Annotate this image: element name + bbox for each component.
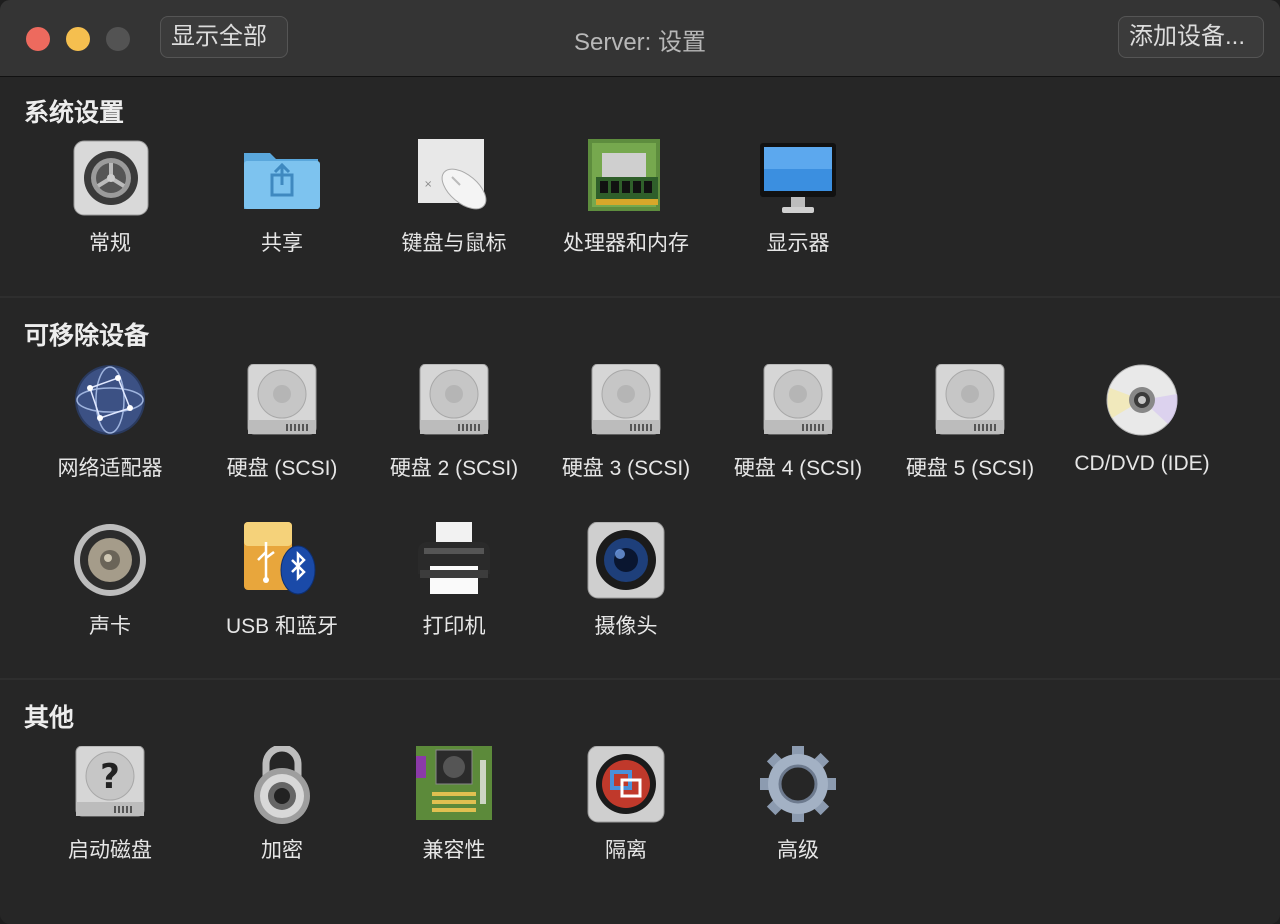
item-cd-dvd[interactable]: CD/DVD (IDE) <box>1056 364 1228 504</box>
item-processor-memory[interactable]: 处理器和内存 <box>540 139 712 279</box>
shared-folder-icon <box>242 139 322 219</box>
window-title: Server: 设置 <box>573 29 707 56</box>
item-hard-disk-1[interactable]: 硬盘 (SCSI) <box>196 364 368 504</box>
item-label: 硬盘 (SCSI) <box>226 457 338 480</box>
keyboard-mouse-icon: × <box>414 139 494 219</box>
motherboard-icon <box>414 746 494 826</box>
hard-disk-icon <box>758 364 838 444</box>
startup-disk-icon: ? <box>70 746 150 826</box>
settings-window: 显示全部 Server: 设置 添加设备... 系统设置 常规 共享 × 键盘与… <box>0 0 1280 924</box>
item-label: 网络适配器 <box>57 457 163 480</box>
item-label: 打印机 <box>422 615 486 638</box>
item-keyboard-mouse[interactable]: × 键盘与鼠标 <box>368 139 540 279</box>
section-title-system: 系统设置 <box>24 99 125 127</box>
section-title-other: 其他 <box>24 704 75 732</box>
item-label: 摄像头 <box>594 615 658 638</box>
item-label: 键盘与鼠标 <box>401 232 507 255</box>
item-advanced[interactable]: 高级 <box>712 746 884 886</box>
item-label: CD/DVD (IDE) <box>1074 452 1210 475</box>
svg-text:?: ? <box>100 757 120 797</box>
add-device-button[interactable]: 添加设备... <box>1118 16 1264 58</box>
item-isolation[interactable]: 隔离 <box>540 746 712 886</box>
item-label: 硬盘 4 (SCSI) <box>733 457 863 480</box>
item-label: 硬盘 2 (SCSI) <box>389 457 519 480</box>
item-label: 启动磁盘 <box>68 839 152 862</box>
other-section: 其他 ? 启动磁盘 加密 兼容性 隔离 高级 <box>0 680 1280 924</box>
hard-disk-icon <box>586 364 666 444</box>
svg-text:×: × <box>424 179 432 190</box>
item-label: USB 和蓝牙 <box>225 615 338 638</box>
item-label: 兼容性 <box>422 839 486 862</box>
item-usb-bluetooth[interactable]: USB 和蓝牙 <box>196 522 368 662</box>
item-hard-disk-5[interactable]: 硬盘 5 (SCSI) <box>884 364 1056 504</box>
item-label: 硬盘 3 (SCSI) <box>561 457 691 480</box>
padlock-icon <box>242 746 322 826</box>
system-settings-section: 系统设置 常规 共享 × 键盘与鼠标 处理器和内存 显示器 <box>0 77 1280 296</box>
isolation-icon <box>586 746 666 826</box>
item-startup-disk[interactable]: ? 启动磁盘 <box>24 746 196 886</box>
cd-dvd-icon <box>1102 364 1182 444</box>
advanced-gear-icon <box>758 746 838 826</box>
item-label: 显示器 <box>766 232 830 255</box>
camera-icon <box>586 522 666 602</box>
item-label: 加密 <box>261 839 303 862</box>
item-network-adapter[interactable]: 网络适配器 <box>24 364 196 504</box>
item-sharing[interactable]: 共享 <box>196 139 368 279</box>
item-hard-disk-4[interactable]: 硬盘 4 (SCSI) <box>712 364 884 504</box>
usb-bluetooth-icon <box>242 522 322 602</box>
item-hard-disk-2[interactable]: 硬盘 2 (SCSI) <box>368 364 540 504</box>
item-camera[interactable]: 摄像头 <box>540 522 712 662</box>
section-title-removable: 可移除设备 <box>24 322 150 350</box>
item-printer[interactable]: 打印机 <box>368 522 540 662</box>
item-label: 声卡 <box>89 615 131 638</box>
display-monitor-icon <box>758 139 838 219</box>
item-hard-disk-3[interactable]: 硬盘 3 (SCSI) <box>540 364 712 504</box>
item-encryption[interactable]: 加密 <box>196 746 368 886</box>
item-display[interactable]: 显示器 <box>712 139 884 279</box>
hard-disk-icon <box>242 364 322 444</box>
speaker-icon <box>70 522 150 602</box>
title-bar: 显示全部 Server: 设置 添加设备... <box>0 0 1280 77</box>
item-label: 常规 <box>89 232 131 255</box>
hard-disk-icon <box>930 364 1010 444</box>
network-globe-icon <box>70 364 150 444</box>
hard-disk-icon <box>414 364 494 444</box>
item-sound-card[interactable]: 声卡 <box>24 522 196 662</box>
general-gear-icon <box>70 139 150 219</box>
item-label: 硬盘 5 (SCSI) <box>905 457 1035 480</box>
item-label: 隔离 <box>605 839 647 862</box>
item-label: 处理器和内存 <box>563 232 689 255</box>
printer-icon <box>414 522 494 602</box>
item-compatibility[interactable]: 兼容性 <box>368 746 540 886</box>
item-general[interactable]: 常规 <box>24 139 196 279</box>
removable-devices-section: 可移除设备 网络适配器 硬盘 (SCSI) 硬盘 2 (SCSI) 硬盘 3 (… <box>0 298 1280 678</box>
item-label: 高级 <box>777 839 819 862</box>
memory-chip-icon <box>586 139 666 219</box>
item-label: 共享 <box>261 232 303 255</box>
